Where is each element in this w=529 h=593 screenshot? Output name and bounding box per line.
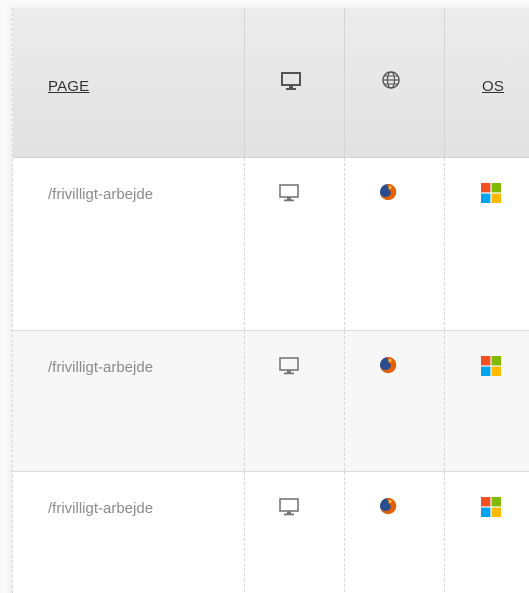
firefox-icon (380, 183, 397, 200)
visitor-table: PAGE OS /frivilligt-arbejde /frivilligt-… (12, 8, 529, 593)
desktop-icon (279, 357, 299, 375)
table-row[interactable]: /frivilligt-arbejde (13, 472, 529, 593)
os-cell (445, 158, 529, 330)
page-cell: /frivilligt-arbejde (13, 331, 245, 471)
firefox-icon (380, 497, 397, 514)
column-header-page-label[interactable]: PAGE (48, 78, 89, 95)
windows-icon (481, 356, 501, 376)
desktop-icon (279, 184, 299, 202)
os-cell (445, 472, 529, 593)
device-cell (245, 472, 345, 593)
visitor-log-panel: PAGE OS /frivilligt-arbejde /frivilligt-… (0, 0, 529, 593)
column-header-os-label[interactable]: OS (482, 78, 504, 95)
table-row[interactable]: /frivilligt-arbejde (13, 331, 529, 472)
globe-icon (382, 71, 400, 89)
page-path[interactable]: /frivilligt-arbejde (48, 500, 153, 517)
table-header: PAGE OS (13, 8, 529, 158)
device-cell (245, 331, 345, 471)
windows-icon (481, 183, 501, 203)
column-header-browser (345, 8, 445, 157)
browser-cell (345, 331, 445, 471)
firefox-icon (380, 356, 397, 373)
page-cell: /frivilligt-arbejde (13, 472, 245, 593)
device-cell (245, 158, 345, 330)
column-header-page[interactable]: PAGE (13, 8, 245, 157)
browser-cell (345, 158, 445, 330)
page-path[interactable]: /frivilligt-arbejde (48, 359, 153, 376)
page-path[interactable]: /frivilligt-arbejde (48, 186, 153, 203)
column-header-device (245, 8, 345, 157)
os-cell (445, 331, 529, 471)
monitor-icon (281, 72, 301, 90)
windows-icon (481, 497, 501, 517)
table-row[interactable]: /frivilligt-arbejde (13, 158, 529, 331)
desktop-icon (279, 498, 299, 516)
browser-cell (345, 472, 445, 593)
column-header-os[interactable]: OS (445, 8, 529, 157)
page-cell: /frivilligt-arbejde (13, 158, 245, 330)
